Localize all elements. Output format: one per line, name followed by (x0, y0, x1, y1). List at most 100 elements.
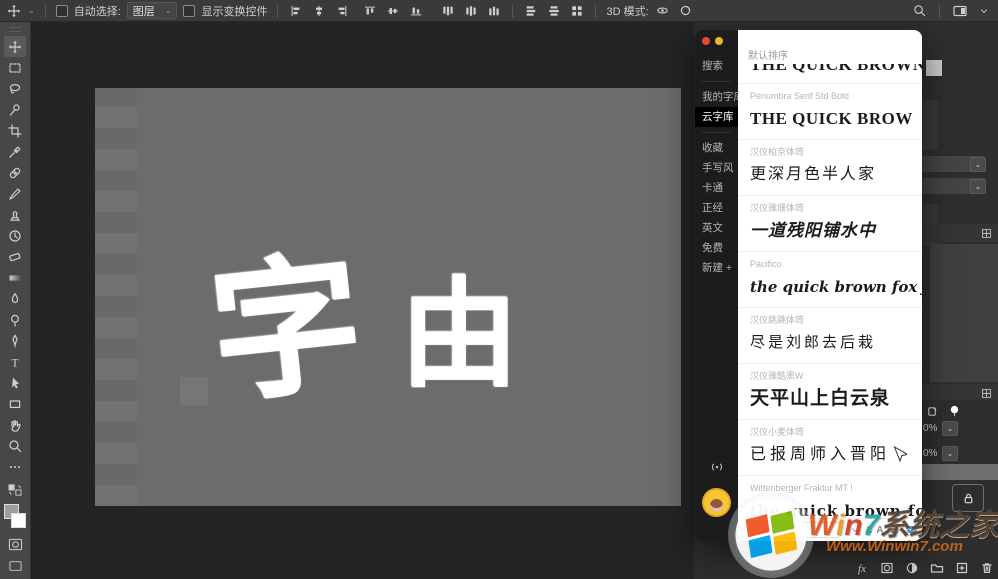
sidebar-item-6[interactable]: 正经 (695, 198, 738, 218)
chevron-down-icon[interactable] (976, 3, 992, 19)
auto-select-dropdown[interactable]: 图层 ⌄ (127, 2, 178, 19)
font-item[interactable]: 汉仪雅酷黑W天平山上白云泉 (738, 364, 922, 420)
lock-transparent-icon[interactable] (924, 403, 940, 419)
sidebar-item-5[interactable]: 卡通 (695, 178, 738, 198)
chevron-down-icon[interactable] (848, 524, 861, 537)
align-left-icon[interactable] (288, 3, 304, 19)
adjustment-layer-icon[interactable] (904, 560, 920, 576)
pen-tool[interactable] (4, 330, 26, 351)
minimize-button[interactable] (715, 37, 723, 45)
canvas-area[interactable]: 字 由 (30, 22, 694, 579)
sidebar-item-7[interactable]: 英文 (695, 218, 738, 238)
move-tool-icon[interactable] (6, 3, 22, 19)
eraser-tool[interactable] (4, 246, 26, 267)
sidebar-item-8[interactable]: 免费 (695, 238, 738, 258)
search-icon[interactable] (911, 3, 927, 19)
history-brush-tool[interactable] (4, 225, 26, 246)
distribute-v-center-icon[interactable] (463, 3, 479, 19)
swap-colors-icon[interactable] (4, 479, 26, 500)
font-item[interactable]: THE QUICK BROWN FO (738, 64, 922, 84)
sidebar-item-4[interactable]: 手写风 (695, 158, 738, 178)
panel-list-row[interactable] (930, 290, 998, 337)
distribute-bottom-icon[interactable] (486, 3, 502, 19)
align-h-center-icon[interactable] (311, 3, 327, 19)
gradient-tool[interactable] (4, 267, 26, 288)
zoom-tool[interactable] (4, 435, 26, 456)
chevron-down-icon[interactable]: ⌄ (28, 6, 35, 15)
quick-mask-icon[interactable] (4, 534, 26, 555)
align-top-icon[interactable] (362, 3, 378, 19)
window-controls[interactable] (702, 37, 723, 45)
blur-tool[interactable] (4, 288, 26, 309)
move-tool[interactable] (4, 36, 26, 57)
more-options[interactable] (4, 456, 26, 477)
show-transform-checkbox[interactable] (183, 5, 195, 17)
sidebar-item-1[interactable]: 我的字库 (695, 87, 738, 107)
rectangular-marquee-tool[interactable] (4, 57, 26, 78)
spot-healing-brush-tool[interactable] (4, 162, 26, 183)
hellofont-avatar[interactable] (702, 488, 731, 517)
sidebar-item-3[interactable]: 收藏 (695, 138, 738, 158)
new-layer-icon[interactable] (954, 560, 970, 576)
auto-align-icon[interactable] (569, 3, 585, 19)
broadcast-icon[interactable] (709, 460, 725, 474)
sort-order-label[interactable]: 默认排序 (748, 47, 788, 62)
align-v-center-icon[interactable] (385, 3, 401, 19)
chat-icon[interactable] (905, 524, 918, 537)
lasso-tool[interactable] (4, 78, 26, 99)
sidebar-item-0[interactable]: 搜索 (695, 56, 738, 76)
background-color[interactable] (11, 513, 26, 528)
chevron-down-icon[interactable]: ⌄ (970, 179, 986, 194)
font-item[interactable]: Pacificothe quick brown fox jump (738, 252, 922, 308)
distribute-h-center-icon[interactable] (546, 3, 562, 19)
3d-rotate-icon[interactable] (655, 3, 671, 19)
path-selection-tool[interactable] (4, 372, 26, 393)
eye-dot-icon[interactable] (946, 402, 962, 418)
theme-toggle-icon[interactable] (888, 524, 901, 537)
distribute-left-icon[interactable] (523, 3, 539, 19)
trash-icon[interactable] (979, 560, 995, 576)
crop-tool[interactable] (4, 120, 26, 141)
hand-tool[interactable] (4, 414, 26, 435)
document-artboard[interactable]: 字 由 (95, 88, 681, 506)
distribute-top-icon[interactable] (440, 3, 456, 19)
auto-select-checkbox[interactable] (56, 5, 68, 17)
swatch-thumbnail[interactable] (926, 60, 942, 76)
align-bottom-icon[interactable] (408, 3, 424, 19)
panel-list-row[interactable] (930, 336, 998, 383)
clone-stamp-tool[interactable] (4, 204, 26, 225)
fx-icon[interactable]: fx (854, 560, 870, 576)
align-right-icon[interactable] (334, 3, 350, 19)
rectangle-tool[interactable] (4, 393, 26, 414)
color-swatches[interactable] (4, 504, 26, 530)
font-item[interactable]: 汉仪跳跳体简尽是刘郎去后栽 (738, 308, 922, 364)
panel-list-row[interactable] (930, 244, 998, 291)
close-button[interactable] (702, 37, 710, 45)
font-item[interactable]: 汉仪柏京体简更深月色半人家 (738, 140, 922, 196)
font-item[interactable]: 汉仪雅珊体简一道残阳铺水中 (738, 196, 922, 252)
brush-tool[interactable] (4, 183, 26, 204)
font-item[interactable]: 汉仪小麦体简已报周师入晋阳 (738, 420, 922, 476)
selected-layer-row[interactable] (922, 464, 998, 480)
sidebar-item-9[interactable]: 新建 + (695, 258, 738, 278)
font-size-icon[interactable]: A A (865, 524, 884, 537)
group-folder-icon[interactable] (929, 560, 945, 576)
font-item[interactable]: Wittenberger Fraktur MT !the quick brown… (738, 476, 922, 518)
opacity-dropdown[interactable]: ⌄ (942, 421, 958, 436)
workspace-switcher-icon[interactable] (952, 3, 968, 19)
panel-grid-icon[interactable] (978, 225, 994, 241)
font-item[interactable]: Penumbra Serif Std BoldTHE QUICK BROW (738, 84, 922, 140)
lock-button[interactable] (952, 484, 984, 512)
quick-selection-tool[interactable] (4, 99, 26, 120)
panel-grid-icon[interactable] (978, 385, 994, 401)
type-tool[interactable]: T (4, 351, 26, 372)
layer-mask-icon[interactable] (879, 560, 895, 576)
screen-mode-icon[interactable] (4, 555, 26, 576)
custom-text-input[interactable] (744, 522, 844, 538)
eyedropper-tool[interactable] (4, 141, 26, 162)
panel-grip[interactable] (9, 27, 21, 32)
3d-orbit-icon[interactable] (678, 3, 694, 19)
sidebar-item-2[interactable]: 云字库 (695, 107, 738, 127)
chevron-down-icon[interactable]: ⌄ (970, 157, 986, 172)
dodge-tool[interactable] (4, 309, 26, 330)
